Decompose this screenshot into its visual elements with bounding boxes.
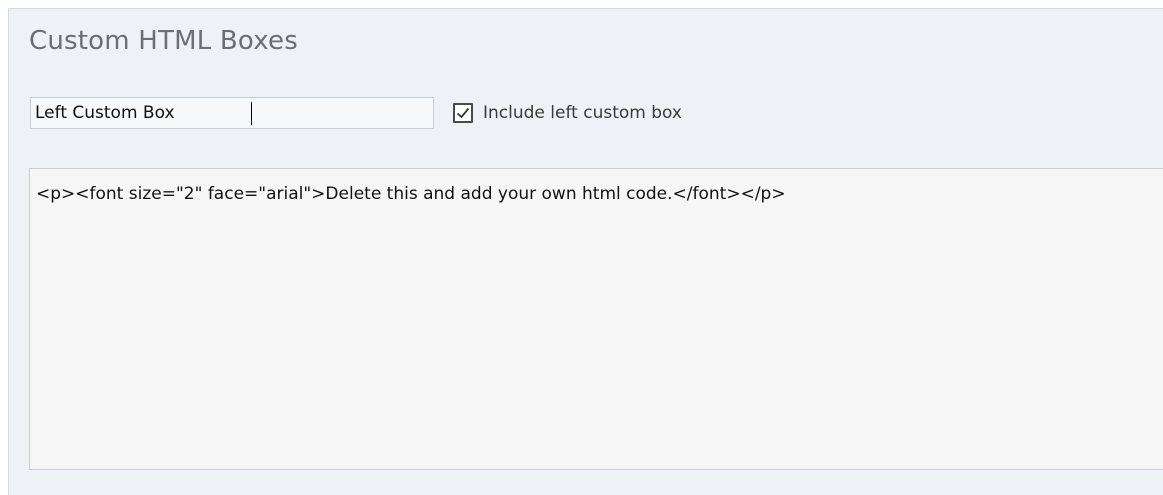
include-checkbox[interactable] <box>453 103 473 123</box>
include-left-custom-box-option[interactable]: Include left custom box <box>453 101 682 125</box>
checkmark-icon <box>456 107 470 119</box>
include-checkbox-label: Include left custom box <box>483 103 682 123</box>
section-title: Custom HTML Boxes <box>29 26 298 56</box>
text-cursor <box>251 102 252 125</box>
html-code-textarea[interactable]: <p><font size="2" face="arial">Delete th… <box>29 168 1163 470</box>
box-name-input[interactable] <box>30 97 434 129</box>
custom-html-boxes-panel: Custom HTML Boxes Include left custom bo… <box>8 8 1163 495</box>
